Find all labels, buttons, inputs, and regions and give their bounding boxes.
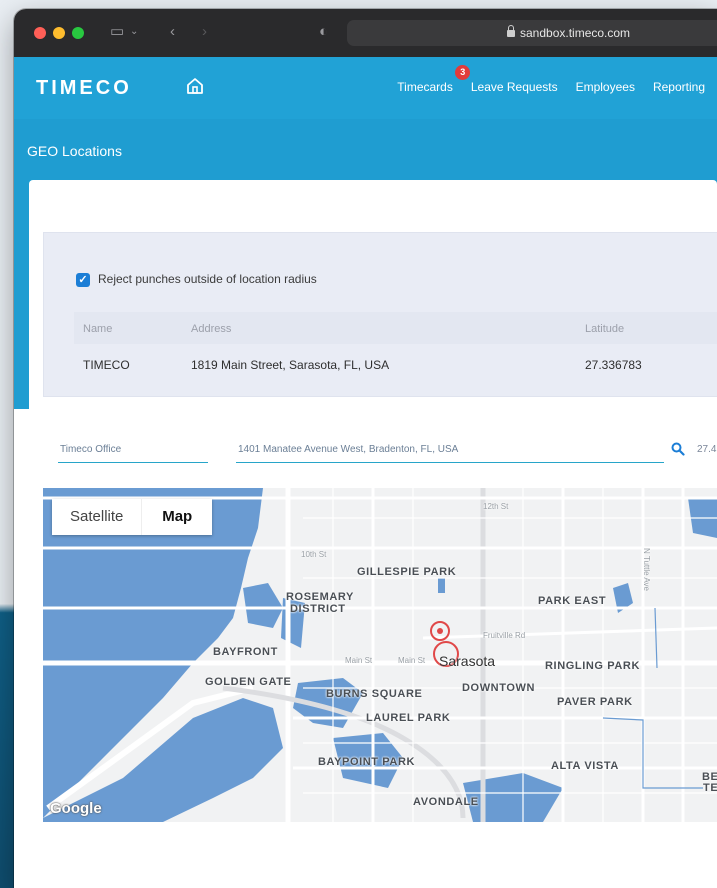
location-address-field[interactable]: 1401 Manatee Avenue West, Bradenton, FL,…: [236, 442, 664, 463]
column-header-latitude: Latitude: [585, 323, 625, 335]
map-label-rosemary-2: DISTRICT: [290, 603, 346, 615]
url-text: sandbox.timeco.com: [507, 25, 631, 40]
app-logo[interactable]: TIMECO: [36, 77, 132, 100]
location-name-cell: TIMECO: [83, 358, 130, 372]
map-label-ringling-park: RINGLING PARK: [545, 660, 640, 672]
location-address-value: 1401 Manatee Avenue West, Bradenton, FL,…: [238, 444, 459, 455]
map-city-label: Sarasota: [439, 653, 496, 669]
lock-icon: [507, 25, 515, 37]
column-header-name: Name: [83, 323, 113, 335]
location-name-field[interactable]: Timeco Office: [58, 442, 208, 463]
close-window-button[interactable]: [34, 27, 46, 39]
google-logo[interactable]: Google: [50, 800, 102, 817]
search-icon[interactable]: [671, 442, 685, 456]
map-street-main-2: Main St: [398, 656, 426, 665]
reject-punches-label[interactable]: Reject punches outside of location radiu…: [98, 272, 317, 286]
satellite-view-button[interactable]: Satellite: [52, 499, 143, 535]
map-label-bayfront: BAYFRONT: [213, 646, 278, 658]
table-row[interactable]: TIMECO 1819 Main Street, Sarasota, FL, U…: [74, 344, 717, 386]
nav-link-leave-requests[interactable]: Leave Requests: [471, 80, 558, 94]
back-arrow-icon[interactable]: ‹: [170, 22, 175, 42]
chevron-down-icon[interactable]: ⌄: [130, 22, 138, 42]
home-icon[interactable]: [186, 77, 204, 95]
table-header: Name Address Latitude: [74, 312, 717, 344]
map-label-burns-square: BURNS SQUARE: [326, 688, 423, 700]
location-address-cell: 1819 Main Street, Sarasota, FL, USA: [191, 358, 390, 372]
address-bar[interactable]: sandbox.timeco.com: [347, 20, 717, 46]
map-label-downtown: DOWNTOWN: [462, 682, 536, 694]
map-street-main-1: Main St: [345, 656, 373, 665]
map-label-avondale: AVONDALE: [413, 796, 479, 808]
reject-punches-checkbox[interactable]: ✓: [76, 273, 90, 287]
map-street-12th: 12th St: [483, 502, 509, 511]
map-label-paver-park: PAVER PARK: [557, 696, 633, 708]
location-map[interactable]: Satellite Map GILLESPIE PARK ROSEMARY DI…: [43, 488, 717, 822]
nav-link-employees[interactable]: Employees: [576, 80, 635, 94]
zoom-window-button[interactable]: [72, 27, 84, 39]
map-view-button[interactable]: Map: [142, 499, 212, 535]
location-name-value: Timeco Office: [60, 444, 122, 455]
nav-link-timecards[interactable]: Timecards 3: [397, 65, 471, 94]
location-latitude-cell: 27.336783: [585, 358, 642, 372]
nav-links: Timecards 3 Leave Requests Employees Rep…: [397, 65, 705, 94]
map-label-te: TE: [703, 782, 717, 794]
map-label-park-east: PARK EAST: [538, 595, 607, 607]
map-label-laurel-park: LAUREL PARK: [366, 712, 451, 724]
minimize-window-button[interactable]: [53, 27, 65, 39]
nav-link-timecards-label: Timecards: [397, 80, 453, 94]
page-title: GEO Locations: [27, 143, 122, 159]
map-label-golden-gate: GOLDEN GATE: [205, 676, 292, 688]
map-street-10th: 10th St: [301, 550, 327, 559]
map-street-fruitville: Fruitville Rd: [483, 631, 526, 640]
privacy-shield-icon[interactable]: ◐: [319, 22, 328, 42]
app-navbar: TIMECO Timecards 3 Leave Requests Employ…: [14, 57, 717, 119]
location-latitude-field[interactable]: 27.4: [697, 444, 716, 455]
sidebar-toggle-icon[interactable]: ▭: [110, 22, 124, 42]
browser-window: ▭ ⌄ ‹ › ◐ sandbox.timeco.com TIMECO Time…: [14, 9, 717, 888]
browser-titlebar: ▭ ⌄ ‹ › ◐ sandbox.timeco.com: [14, 9, 717, 57]
map-label-rosemary-1: ROSEMARY: [286, 591, 354, 603]
url-label: sandbox.timeco.com: [520, 26, 631, 40]
map-label-alta-vista: ALTA VISTA: [551, 760, 619, 772]
nav-link-reporting[interactable]: Reporting: [653, 80, 705, 94]
timecards-count-badge: 3: [455, 65, 471, 80]
map-label-baypoint-park: BAYPOINT PARK: [318, 756, 416, 768]
column-header-address: Address: [191, 323, 232, 335]
forward-arrow-icon[interactable]: ›: [202, 22, 207, 42]
map-street-tuttle: N Tuttle Ave: [642, 548, 651, 591]
map-label-gillespie: GILLESPIE PARK: [357, 566, 457, 578]
map-type-toggle: Satellite Map: [52, 499, 212, 535]
